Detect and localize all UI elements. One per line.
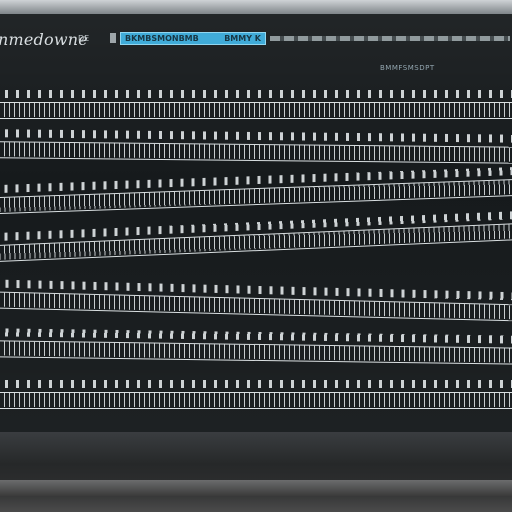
- score-row: [0, 328, 512, 369]
- score-row: [0, 129, 512, 169]
- tab-active[interactable]: BKMBSMONBMB BMMY K: [120, 32, 266, 45]
- screen: nmedowne DE BKMBSMONBMB BMMY K BMMFSMSDP…: [0, 14, 512, 432]
- score-row: [0, 279, 512, 327]
- tab-active-label-left: BKMBSMONBMB: [125, 34, 199, 43]
- separator-icon: [110, 33, 116, 43]
- tab-active-label-right: BMMY K: [224, 34, 261, 43]
- score-row: [0, 380, 512, 414]
- desk-edge: [0, 480, 512, 496]
- toolbar: nmedowne DE BKMBSMONBMB BMMY K: [0, 20, 512, 54]
- toolbar-strip: [270, 36, 510, 41]
- monitor-bezel-bottom: [0, 432, 512, 512]
- top-right-info: BMMFSMSDPT: [380, 64, 435, 72]
- monitor-bezel-top: [0, 0, 512, 14]
- score-row: [0, 210, 512, 267]
- score-row: [0, 90, 512, 124]
- score-row: [0, 166, 512, 219]
- app-tag: DE: [78, 34, 90, 43]
- app-title: nmedowne: [0, 30, 88, 49]
